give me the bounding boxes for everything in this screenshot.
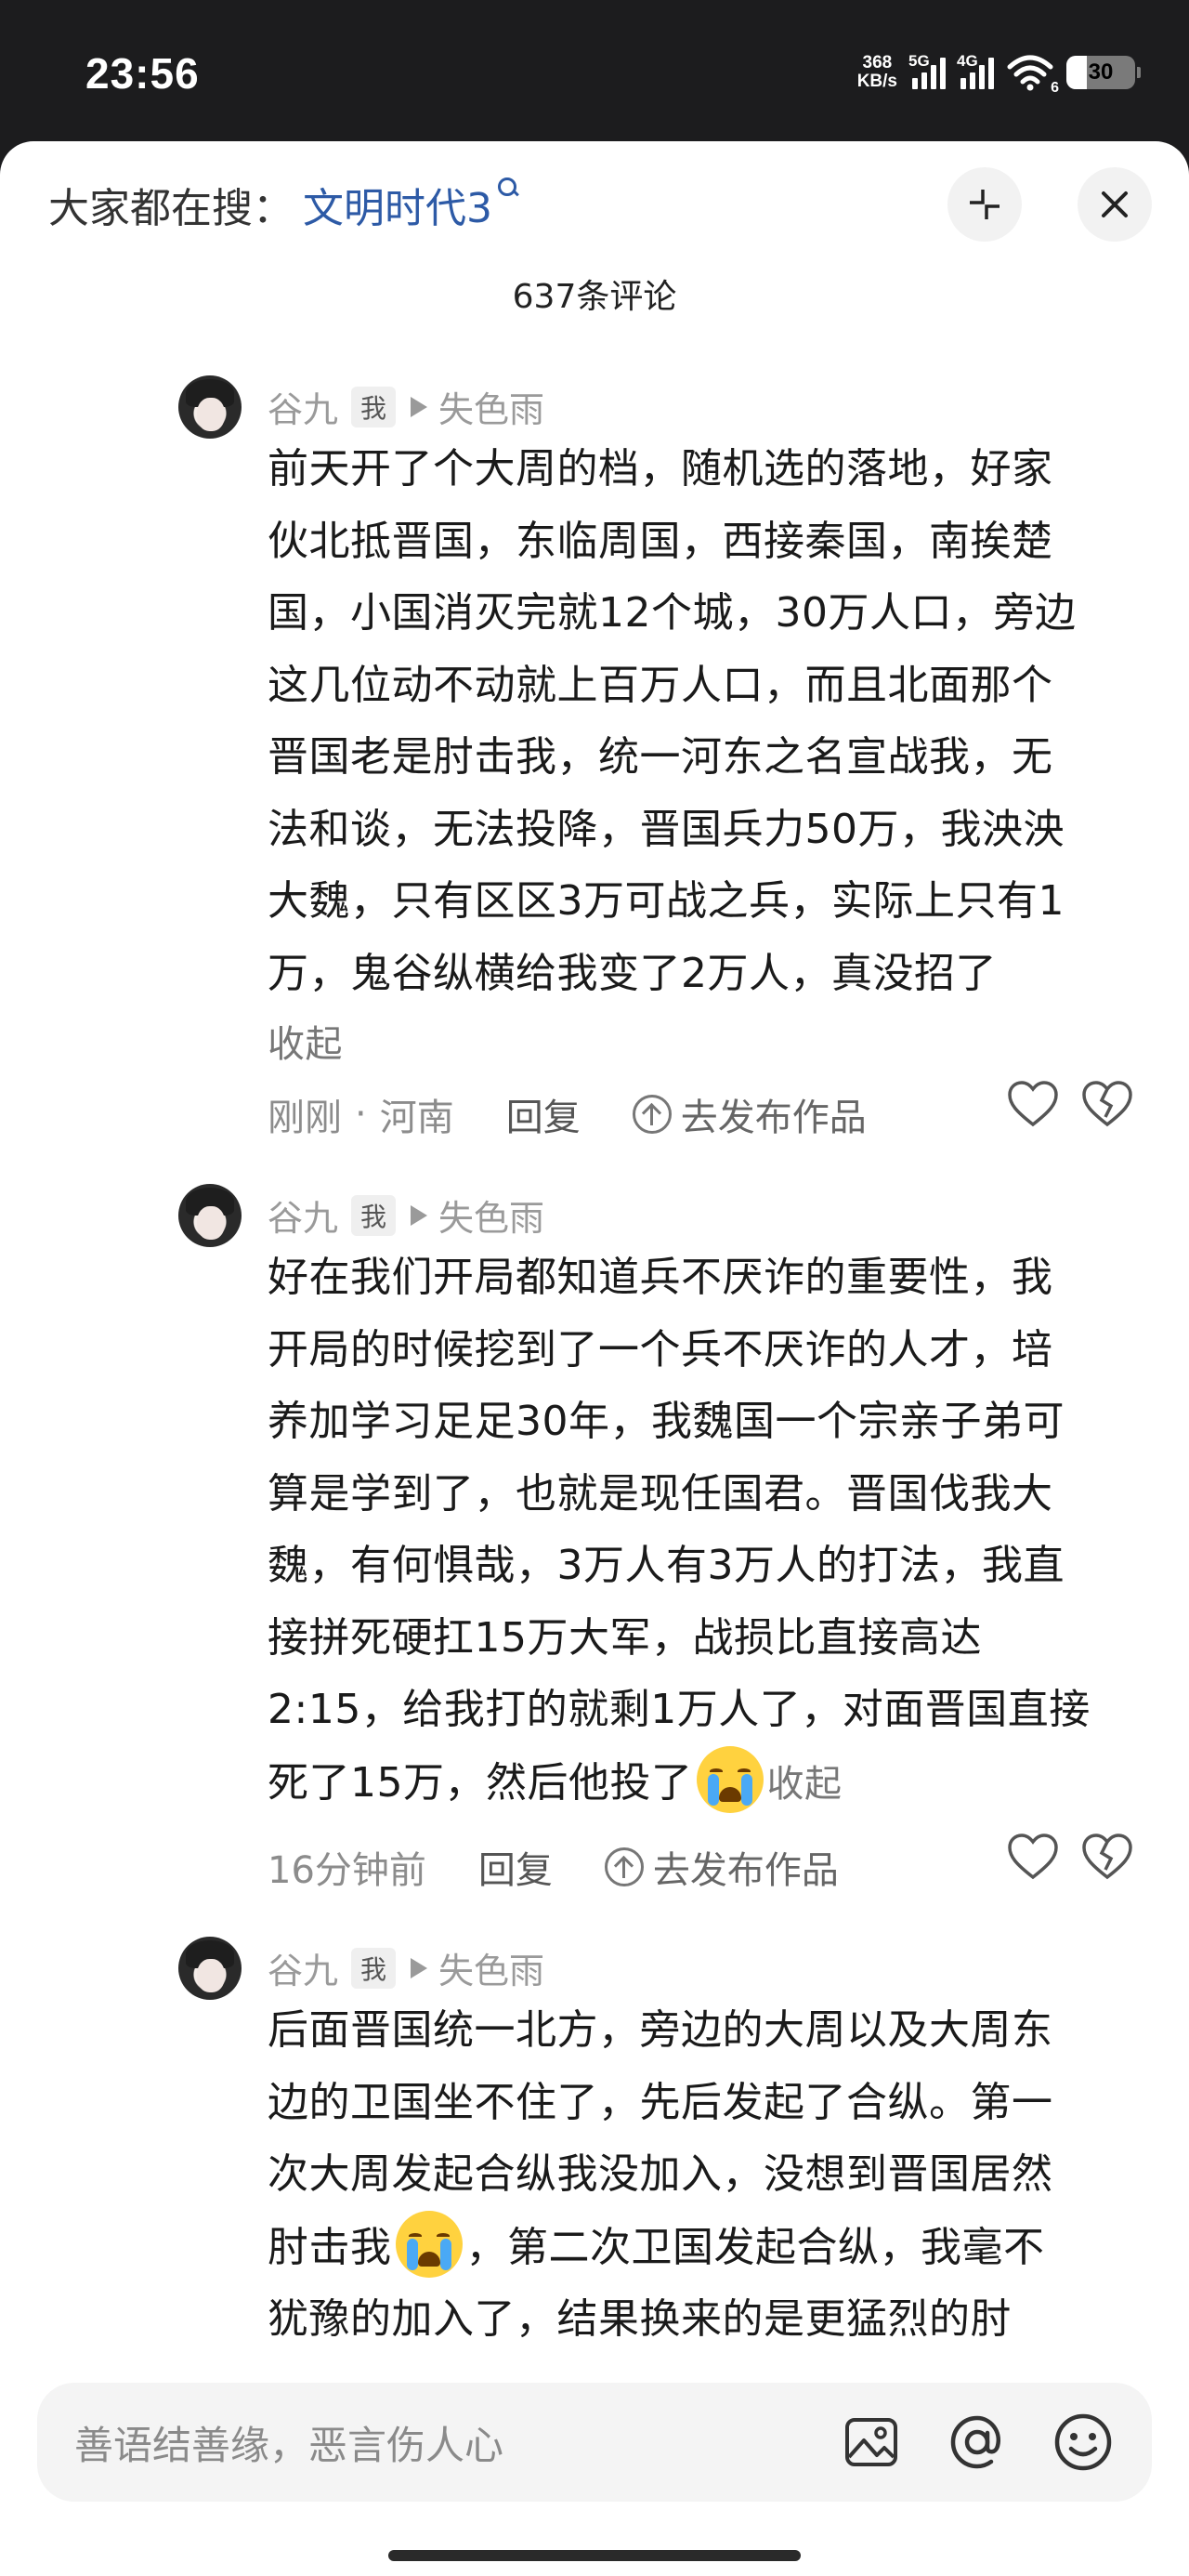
hot-search-label: 大家都在搜： bbox=[48, 185, 294, 232]
reply-arrow-icon bbox=[411, 396, 428, 417]
signal-5g-icon: 5G bbox=[908, 52, 946, 89]
reply-button[interactable]: 回复 bbox=[478, 1840, 553, 1894]
comment-line-text: 肘击我 bbox=[268, 2223, 392, 2271]
at-icon bbox=[950, 2415, 1001, 2469]
comment-line: 接拼死硬扛15万大军，战损比直接高达 bbox=[268, 1613, 982, 1662]
mention-button[interactable] bbox=[940, 2405, 1014, 2479]
hot-search-keyword[interactable]: 文明时代3 bbox=[303, 175, 492, 234]
comment-count: 637条评论 bbox=[512, 278, 677, 316]
dislike-heart-icon[interactable] bbox=[1081, 1080, 1133, 1128]
avatar[interactable] bbox=[178, 1937, 242, 2000]
reply-button[interactable]: 回复 bbox=[506, 1087, 581, 1141]
author-name[interactable]: 谷九 bbox=[268, 1942, 338, 1993]
author-name[interactable]: 谷九 bbox=[268, 381, 338, 432]
close-icon bbox=[1102, 191, 1128, 217]
reply-to-name[interactable]: 失色雨 bbox=[438, 1189, 544, 1241]
emoji-icon bbox=[1054, 2413, 1112, 2471]
sim2-label: 4G bbox=[957, 52, 978, 70]
like-heart-icon[interactable] bbox=[1007, 1833, 1059, 1881]
comment-line: 前天开了个大周的档，随机选的落地，好家 bbox=[268, 445, 1053, 493]
comment-meta: 谷九 我 失色雨 bbox=[268, 381, 544, 432]
me-badge: 我 bbox=[351, 1194, 397, 1236]
comment-line: 好在我们开局都知道兵不厌诈的重要性，我 bbox=[268, 1254, 1053, 1301]
upload-icon bbox=[604, 1847, 644, 1886]
me-badge: 我 bbox=[351, 386, 397, 427]
comment-line-text: 死了15万，然后他投了 bbox=[268, 1758, 693, 1807]
collapse-button[interactable] bbox=[947, 167, 1022, 242]
hot-search[interactable]: 大家都在搜： 文明时代3 bbox=[48, 175, 518, 234]
comment-line: 晋国老是肘击我，统一河东之名宣战我，无 bbox=[268, 733, 1053, 781]
crying-emoji-icon bbox=[696, 1745, 764, 1813]
comment-text: 后面晋国统一北方，旁边的大周以及大周东 边的卫国坐不住了，先后发起了合纵。第一 … bbox=[268, 1994, 1141, 2356]
sim1-label: 5G bbox=[908, 52, 930, 70]
comment-line: 次大周发起合纵我没加入，没想到晋国居然 bbox=[268, 2150, 1053, 2198]
avatar[interactable] bbox=[178, 1184, 242, 1247]
close-button[interactable] bbox=[1078, 167, 1152, 242]
comment-line: 养加学习足足30年，我魏国一个宗亲子弟可 bbox=[268, 1398, 1065, 1445]
comment-location: 河南 bbox=[379, 1097, 454, 1139]
emoji-button[interactable] bbox=[1046, 2405, 1120, 2479]
collapse-link[interactable]: 收起 bbox=[767, 1763, 843, 1806]
search-icon bbox=[498, 177, 518, 205]
comment-line: 犹豫的加入了，结果换来的是更猛烈的肘 bbox=[268, 2295, 1012, 2343]
comment-line: 肘击我 ，第二次卫国发起合纵，我毫不 bbox=[268, 2210, 1141, 2284]
comment-text: 前天开了个大周的档，随机选的落地，好家 伙北抵晋国，东临周国，西接秦国，南挨楚 … bbox=[268, 433, 1141, 1082]
comment-line-text: ，第二次卫国发起合纵，我毫不 bbox=[465, 2223, 1045, 2271]
net-speed: 368 KB/s bbox=[857, 54, 897, 91]
home-indicator[interactable] bbox=[388, 2550, 801, 2561]
comment-input[interactable]: 善语结善缘，恶言伤人心 bbox=[74, 2414, 834, 2471]
me-badge: 我 bbox=[351, 1947, 397, 1989]
comments-sheet: 大家都在搜： 文明时代3 637条评论 谷九 我 失色雨 前天开了个大周的档，随… bbox=[0, 141, 1189, 2576]
signal-4g-icon: 4G bbox=[957, 52, 994, 89]
image-icon bbox=[845, 2418, 897, 2466]
comment-text: 好在我们开局都知道兵不厌诈的重要性，我 开局的时候挖到了一个兵不厌诈的人才，培 … bbox=[268, 1242, 1141, 1820]
battery-level: 30 bbox=[1088, 59, 1114, 85]
comment-input-bar[interactable]: 善语结善缘，恶言伤人心 bbox=[37, 2383, 1152, 2502]
comment-time: 刚刚 bbox=[268, 1097, 342, 1139]
reply-to-name[interactable]: 失色雨 bbox=[438, 1942, 544, 1993]
comment-line: 2:15，给我打的就剩1万人了，对面晋国直接 bbox=[268, 1686, 1091, 1733]
reply-arrow-icon bbox=[411, 1204, 428, 1226]
reply-to-name[interactable]: 失色雨 bbox=[438, 381, 544, 432]
meta-separator: · bbox=[355, 1093, 367, 1136]
wifi-icon: 6 bbox=[1007, 54, 1059, 96]
status-bar: 23:56 368 KB/s 5G 4G 6 30 bbox=[0, 0, 1189, 144]
image-button[interactable] bbox=[834, 2405, 908, 2479]
comment-line: 算是学到了，也就是现任国君。晋国伐我大 bbox=[268, 1469, 1053, 1518]
reply-arrow-icon bbox=[411, 1957, 428, 1978]
comment-line: 开局的时候挖到了一个兵不厌诈的人才，培 bbox=[268, 1325, 1053, 1373]
dislike-heart-icon[interactable] bbox=[1081, 1833, 1133, 1881]
comment-line: 万，鬼谷纵横给我变了2万人，真没招了 bbox=[268, 949, 997, 997]
upload-icon bbox=[632, 1095, 672, 1134]
comment-line: 边的卫国坐不住了，先后发起了合纵。第一 bbox=[268, 2078, 1053, 2126]
comment-line: 法和谈，无法投降，晋国兵力50万，我泱泱 bbox=[268, 805, 1065, 853]
publish-label: 去发布作品 bbox=[680, 1097, 867, 1139]
comment-line: 后面晋国统一北方，旁边的大周以及大周东 bbox=[268, 2006, 1053, 2054]
comment-meta: 谷九 我 失色雨 bbox=[268, 1942, 544, 1993]
comment-meta: 谷九 我 失色雨 bbox=[268, 1189, 544, 1241]
crying-emoji-icon bbox=[395, 2210, 463, 2278]
comment-line: 这几位动不动就上百万人口，而且北面那个 bbox=[268, 661, 1053, 709]
collapse-link[interactable]: 收起 bbox=[268, 1009, 1141, 1082]
author-name[interactable]: 谷九 bbox=[268, 1189, 338, 1241]
net-speed-value: 368 bbox=[862, 53, 893, 72]
comment-time: 16分钟前 bbox=[268, 1849, 426, 1892]
comment-line: 国，小国消灭完就12个城，30万人口，旁边 bbox=[268, 589, 1077, 637]
net-speed-unit: KB/s bbox=[856, 72, 897, 91]
battery-icon: 30 bbox=[1066, 56, 1141, 89]
publish-label: 去发布作品 bbox=[652, 1849, 839, 1892]
status-icons: 368 KB/s 5G 4G 6 30 bbox=[857, 52, 1141, 96]
status-time: 23:56 bbox=[85, 49, 200, 98]
like-heart-icon[interactable] bbox=[1007, 1080, 1059, 1128]
collapse-icon bbox=[970, 190, 1000, 219]
comment-line: 大魏，只有区区3万可战之兵，实际上只有1 bbox=[268, 877, 1065, 925]
wifi-badge: 6 bbox=[1051, 80, 1059, 96]
comment-line: 魏，有何惧哉，3万人有3万人的打法，我直 bbox=[268, 1542, 1065, 1589]
publish-button[interactable]: 去发布作品 bbox=[604, 1840, 839, 1894]
publish-button[interactable]: 去发布作品 bbox=[632, 1087, 867, 1141]
avatar[interactable] bbox=[178, 375, 242, 439]
comment-line: 伙北抵晋国，东临周国，西接秦国，南挨楚 bbox=[268, 517, 1053, 565]
comment-line: 死了15万，然后他投了 收起 bbox=[268, 1745, 1141, 1821]
